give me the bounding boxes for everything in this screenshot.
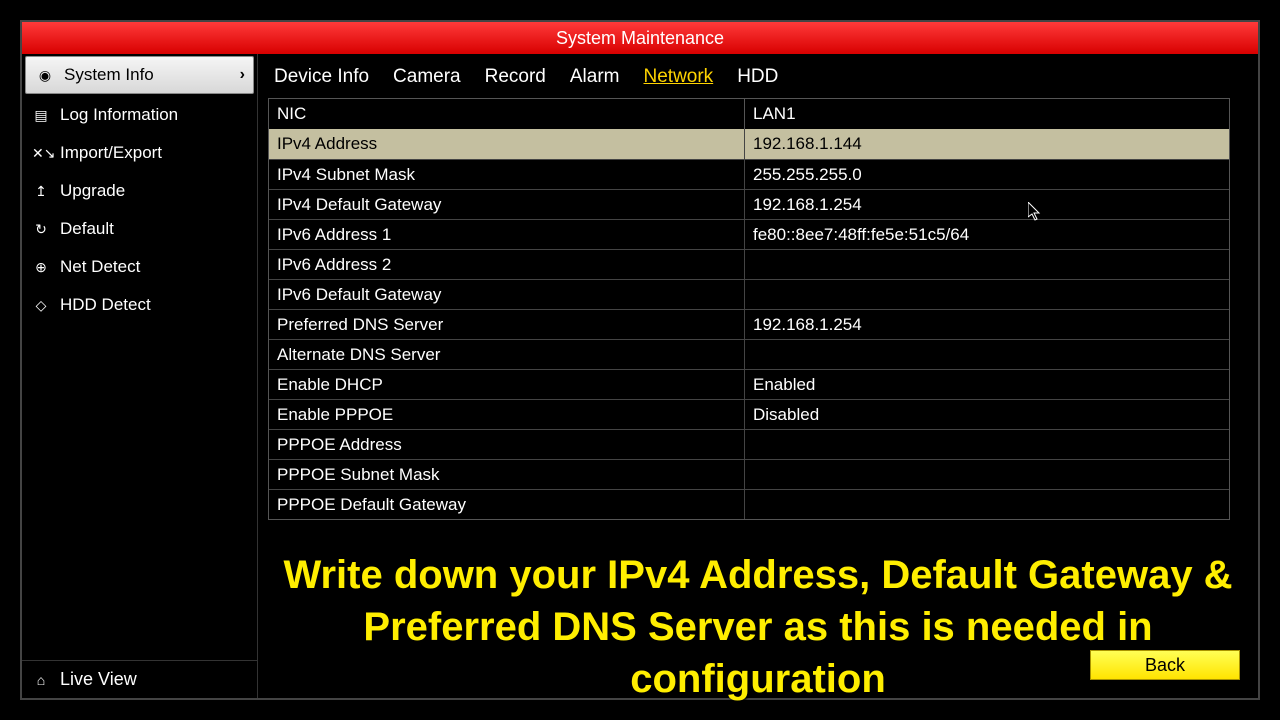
row-value: Enabled bbox=[745, 370, 1229, 399]
header-key: NIC bbox=[269, 99, 745, 129]
table-row[interactable]: PPPOE Default Gateway bbox=[269, 489, 1229, 519]
sidebar-item-label: Import/Export bbox=[60, 143, 162, 163]
home-icon: ⌂ bbox=[32, 672, 50, 688]
row-value: fe80::8ee7:48ff:fe5e:51c5/64 bbox=[745, 220, 1229, 249]
sidebar-icon: ↥ bbox=[32, 183, 50, 200]
title-bar: System Maintenance bbox=[22, 22, 1258, 54]
row-key: Enable PPPOE bbox=[269, 400, 745, 429]
table-row[interactable]: Alternate DNS Server bbox=[269, 339, 1229, 369]
row-value: 192.168.1.144 bbox=[745, 129, 1229, 159]
row-value: Disabled bbox=[745, 400, 1229, 429]
table-row[interactable]: Enable DHCPEnabled bbox=[269, 369, 1229, 399]
row-value: 192.168.1.254 bbox=[745, 310, 1229, 339]
row-value bbox=[745, 250, 1229, 279]
sidebar-icon: ✕↘ bbox=[32, 145, 50, 162]
sidebar-items: ◉ System Info › ▤ Log Information ✕↘ Import/Ex… bbox=[22, 54, 257, 660]
row-key: IPv6 Address 2 bbox=[269, 250, 745, 279]
sidebar-icon: ⊕ bbox=[32, 259, 50, 276]
app-body: ◉ System Info › ▤ Log Information ✕↘ Import/Ex… bbox=[22, 54, 1258, 698]
row-key: IPv4 Address bbox=[269, 129, 745, 159]
tab-device-info[interactable]: Device Info bbox=[274, 66, 369, 88]
main-panel: Device Info Camera Record Alarm Network HDD N… bbox=[258, 54, 1258, 698]
sidebar-icon: ↻ bbox=[32, 221, 50, 238]
table-row[interactable]: PPPOE Subnet Mask bbox=[269, 459, 1229, 489]
sidebar-item-system-info[interactable]: ◉ System Info › bbox=[25, 56, 254, 94]
table-header-row: NIC LAN1 bbox=[269, 99, 1229, 129]
row-key: IPv6 Default Gateway bbox=[269, 280, 745, 309]
sidebar-item-upgrade[interactable]: ↥ Upgrade bbox=[22, 172, 257, 210]
header-val: LAN1 bbox=[745, 99, 1229, 129]
table-row[interactable]: IPv6 Default Gateway bbox=[269, 279, 1229, 309]
tab-network[interactable]: Network bbox=[644, 66, 714, 88]
row-key: Preferred DNS Server bbox=[269, 310, 745, 339]
sidebar-item-default[interactable]: ↻ Default bbox=[22, 210, 257, 248]
row-value: 255.255.255.0 bbox=[745, 160, 1229, 189]
live-view-label: Live View bbox=[60, 669, 137, 690]
tab-alarm[interactable]: Alarm bbox=[570, 66, 620, 88]
sidebar-item-label: Net Detect bbox=[60, 257, 140, 277]
table-row[interactable]: IPv4 Default Gateway192.168.1.254 bbox=[269, 189, 1229, 219]
row-key: Enable DHCP bbox=[269, 370, 745, 399]
back-button[interactable]: Back bbox=[1090, 650, 1240, 680]
sidebar-item-label: Log Information bbox=[60, 105, 178, 125]
sidebar-icon: ◇ bbox=[32, 297, 50, 314]
app-window: System Maintenance ◉ System Info › ▤ Log Inf… bbox=[20, 20, 1260, 700]
sidebar-item-net-detect[interactable]: ⊕ Net Detect bbox=[22, 248, 257, 286]
sidebar-item-hdd-detect[interactable]: ◇ HDD Detect bbox=[22, 286, 257, 324]
window-title: System Maintenance bbox=[556, 28, 724, 48]
row-key: IPv6 Address 1 bbox=[269, 220, 745, 249]
row-value bbox=[745, 280, 1229, 309]
table-row[interactable]: IPv6 Address 2 bbox=[269, 249, 1229, 279]
table-row[interactable]: Enable PPPOEDisabled bbox=[269, 399, 1229, 429]
sidebar-item-label: HDD Detect bbox=[60, 295, 151, 315]
network-table: NIC LAN1 IPv4 Address192.168.1.144IPv4 S… bbox=[268, 98, 1230, 520]
tab-bar: Device Info Camera Record Alarm Network HDD bbox=[268, 62, 1248, 98]
sidebar-item-label: System Info bbox=[64, 65, 154, 85]
sidebar-icon: ◉ bbox=[36, 67, 54, 84]
table-row[interactable]: Preferred DNS Server192.168.1.254 bbox=[269, 309, 1229, 339]
table-row[interactable]: IPv6 Address 1fe80::8ee7:48ff:fe5e:51c5/… bbox=[269, 219, 1229, 249]
chevron-right-icon: › bbox=[240, 66, 245, 84]
row-key: IPv4 Default Gateway bbox=[269, 190, 745, 219]
table-row[interactable]: IPv4 Subnet Mask255.255.255.0 bbox=[269, 159, 1229, 189]
sidebar: ◉ System Info › ▤ Log Information ✕↘ Import/Ex… bbox=[22, 54, 258, 698]
row-key: PPPOE Subnet Mask bbox=[269, 460, 745, 489]
sidebar-icon: ▤ bbox=[32, 107, 50, 124]
row-key: IPv4 Subnet Mask bbox=[269, 160, 745, 189]
row-value bbox=[745, 490, 1229, 519]
row-key: PPPOE Default Gateway bbox=[269, 490, 745, 519]
live-view-button[interactable]: ⌂ Live View bbox=[22, 660, 257, 698]
table-row[interactable]: IPv4 Address192.168.1.144 bbox=[269, 129, 1229, 159]
sidebar-item-label: Default bbox=[60, 219, 114, 239]
row-value: 192.168.1.254 bbox=[745, 190, 1229, 219]
back-button-label: Back bbox=[1145, 655, 1185, 676]
row-key: PPPOE Address bbox=[269, 430, 745, 459]
sidebar-item-import-export[interactable]: ✕↘ Import/Export bbox=[22, 134, 257, 172]
row-key: Alternate DNS Server bbox=[269, 340, 745, 369]
tab-hdd[interactable]: HDD bbox=[737, 66, 778, 88]
row-value bbox=[745, 340, 1229, 369]
sidebar-item-label: Upgrade bbox=[60, 181, 125, 201]
row-value bbox=[745, 430, 1229, 459]
tab-record[interactable]: Record bbox=[485, 66, 546, 88]
instruction-overlay: Write down your IPv4 Address, Default Ga… bbox=[258, 549, 1258, 705]
row-value bbox=[745, 460, 1229, 489]
table-row[interactable]: PPPOE Address bbox=[269, 429, 1229, 459]
sidebar-item-log-information[interactable]: ▤ Log Information bbox=[22, 96, 257, 134]
tab-camera[interactable]: Camera bbox=[393, 66, 461, 88]
